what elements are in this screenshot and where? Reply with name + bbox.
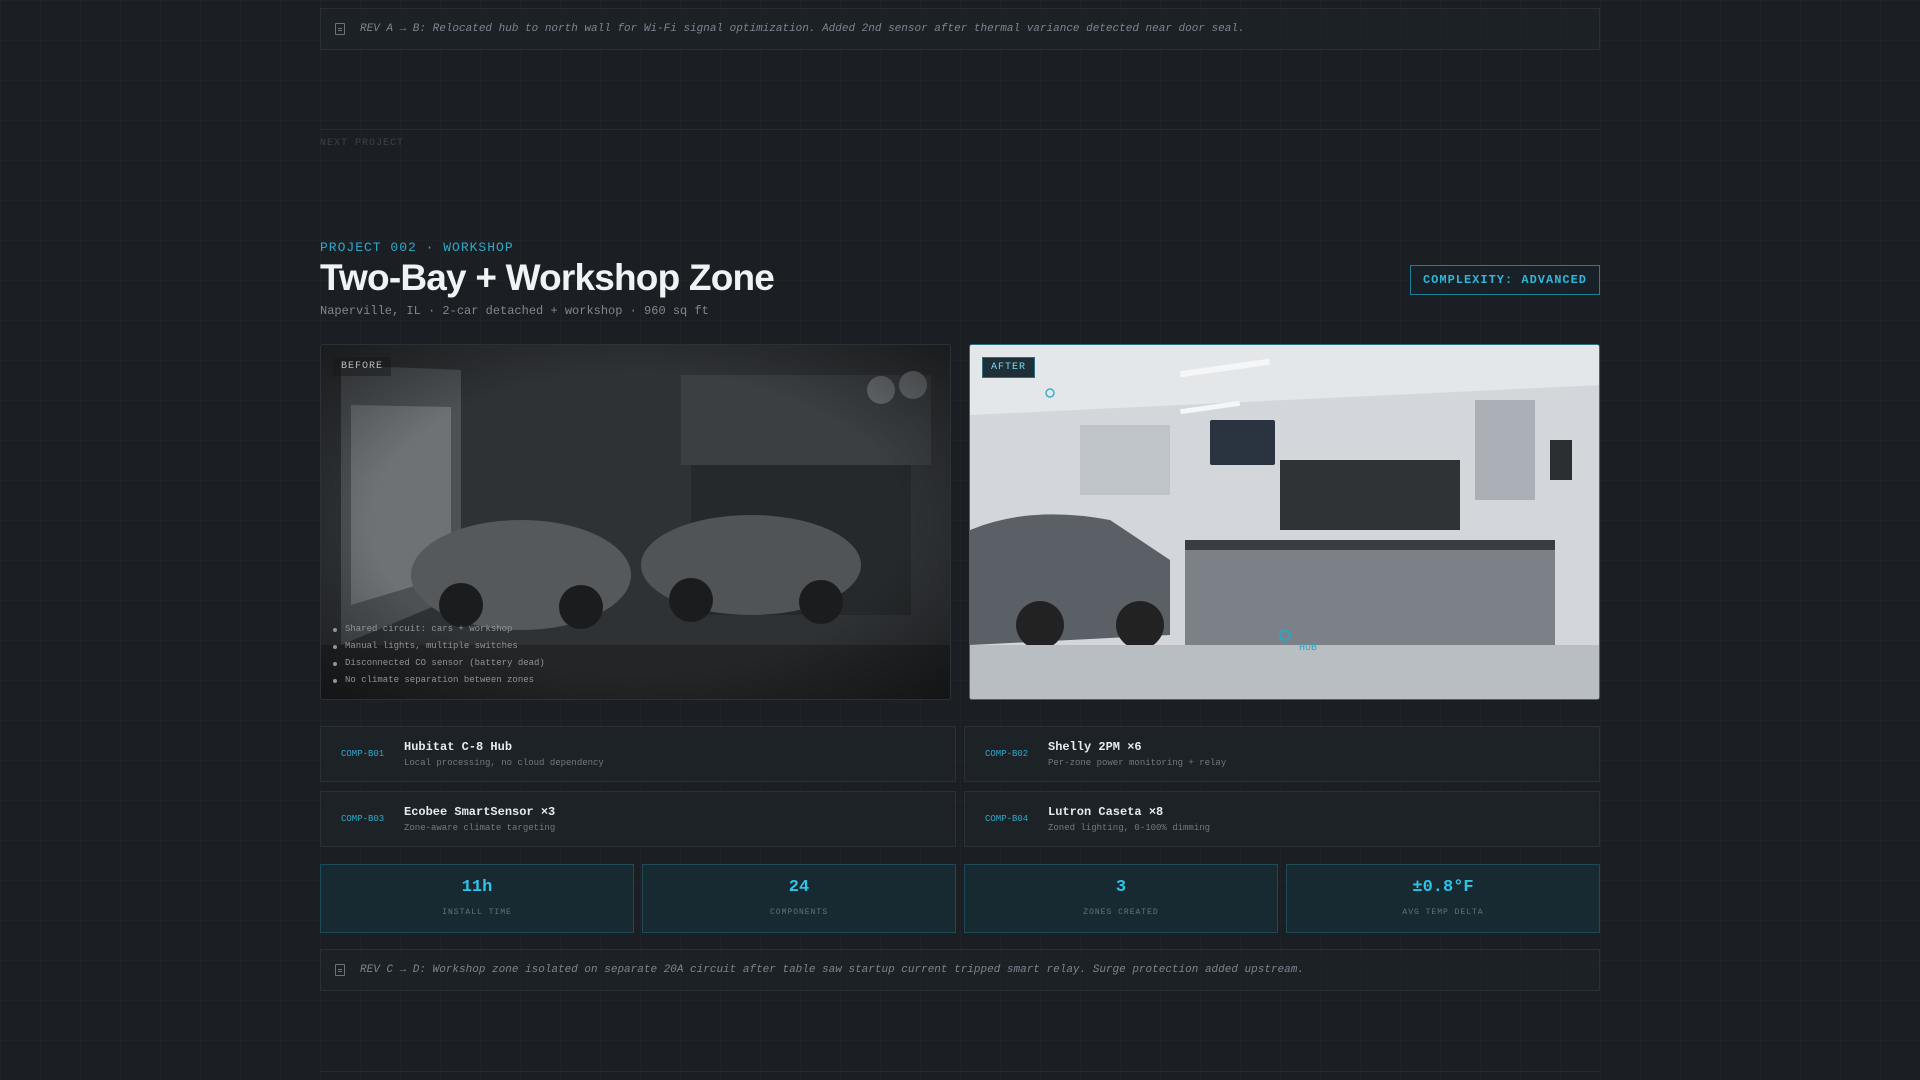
component-card: COMP-B03 Ecobee SmartSensor ×3 Zone-awar… [320, 791, 956, 847]
list-item: Disconnected CO sensor (battery dead) [333, 655, 545, 672]
before-issues-list: Shared circuit: cars + workshop Manual l… [333, 621, 545, 689]
component-name: Ecobee SmartSensor ×3 [404, 805, 556, 819]
next-project-label: NEXT PROJECT [320, 138, 405, 149]
component-card: COMP-B04 Lutron Caseta ×8 Zoned lighting… [964, 791, 1600, 847]
list-item: No climate separation between zones [333, 672, 545, 689]
complexity-badge: COMPLEXITY: ADVANCED [1409, 265, 1600, 295]
after-tag: AFTER [982, 357, 1036, 378]
component-name: Shelly 2PM ×6 [1048, 740, 1142, 754]
stat-install-time: 11h INSTALL TIME [320, 864, 634, 933]
revision-note-bottom: REV C → D: Workshop zone isolated on sep… [320, 949, 1600, 991]
component-desc: Local processing, no cloud dependency [404, 758, 604, 768]
list-item: Shared circuit: cars + workshop [333, 621, 545, 638]
stat-label: AVG TEMP DELTA [1402, 908, 1484, 917]
hub-marker-label: HUB [1299, 643, 1318, 654]
stat-value: 24 [788, 878, 810, 897]
project-eyebrow: PROJECT 002 · WORKSHOP [320, 240, 514, 255]
project-subtitle: Naperville, IL · 2-car detached + worksh… [320, 304, 709, 318]
component-code: COMP-B04 [985, 814, 1029, 824]
component-desc: Zoned lighting, 0-100% dimming [1048, 823, 1211, 833]
component-card: COMP-B02 Shelly 2PM ×6 Per-zone power mo… [964, 726, 1600, 782]
stat-label: INSTALL TIME [442, 908, 512, 917]
list-item: Manual lights, multiple switches [333, 638, 545, 655]
stat-value: 3 [1115, 878, 1127, 897]
component-name: Hubitat C-8 Hub [404, 740, 513, 754]
after-garage-illustration [970, 345, 1599, 699]
component-code: COMP-B03 [341, 814, 385, 824]
document-icon [335, 23, 345, 35]
after-photo: AFTER HUB [969, 344, 1600, 700]
component-desc: Per-zone power monitoring + relay [1048, 758, 1227, 768]
stat-value: 11h [461, 878, 493, 897]
before-photo: BEFORE Shared circuit: cars + workshop M… [320, 344, 951, 700]
stat-avg-temp-delta: ±0.8°F AVG TEMP DELTA [1286, 864, 1600, 933]
before-tag: BEFORE [333, 357, 392, 376]
section-divider [320, 129, 1600, 130]
revision-note-top: REV A → B: Relocated hub to north wall f… [320, 8, 1600, 50]
section-divider [320, 1071, 1600, 1072]
project-title: Two-Bay + Workshop Zone [320, 257, 775, 298]
component-name: Lutron Caseta ×8 [1048, 805, 1164, 819]
stat-components: 24 COMPONENTS [642, 864, 956, 933]
component-code: COMP-B01 [341, 749, 385, 759]
document-icon [335, 964, 345, 976]
stat-zones-created: 3 ZONES CREATED [964, 864, 1278, 933]
stat-label: ZONES CREATED [1083, 908, 1159, 917]
component-code: COMP-B02 [985, 749, 1029, 759]
component-desc: Zone-aware climate targeting [404, 823, 556, 833]
component-card: COMP-B01 Hubitat C-8 Hub Local processin… [320, 726, 956, 782]
stat-label: COMPONENTS [769, 908, 828, 917]
revision-note-text: REV C → D: Workshop zone isolated on sep… [360, 964, 1304, 976]
revision-note-text: REV A → B: Relocated hub to north wall f… [360, 23, 1245, 35]
stat-value: ±0.8°F [1412, 878, 1474, 897]
